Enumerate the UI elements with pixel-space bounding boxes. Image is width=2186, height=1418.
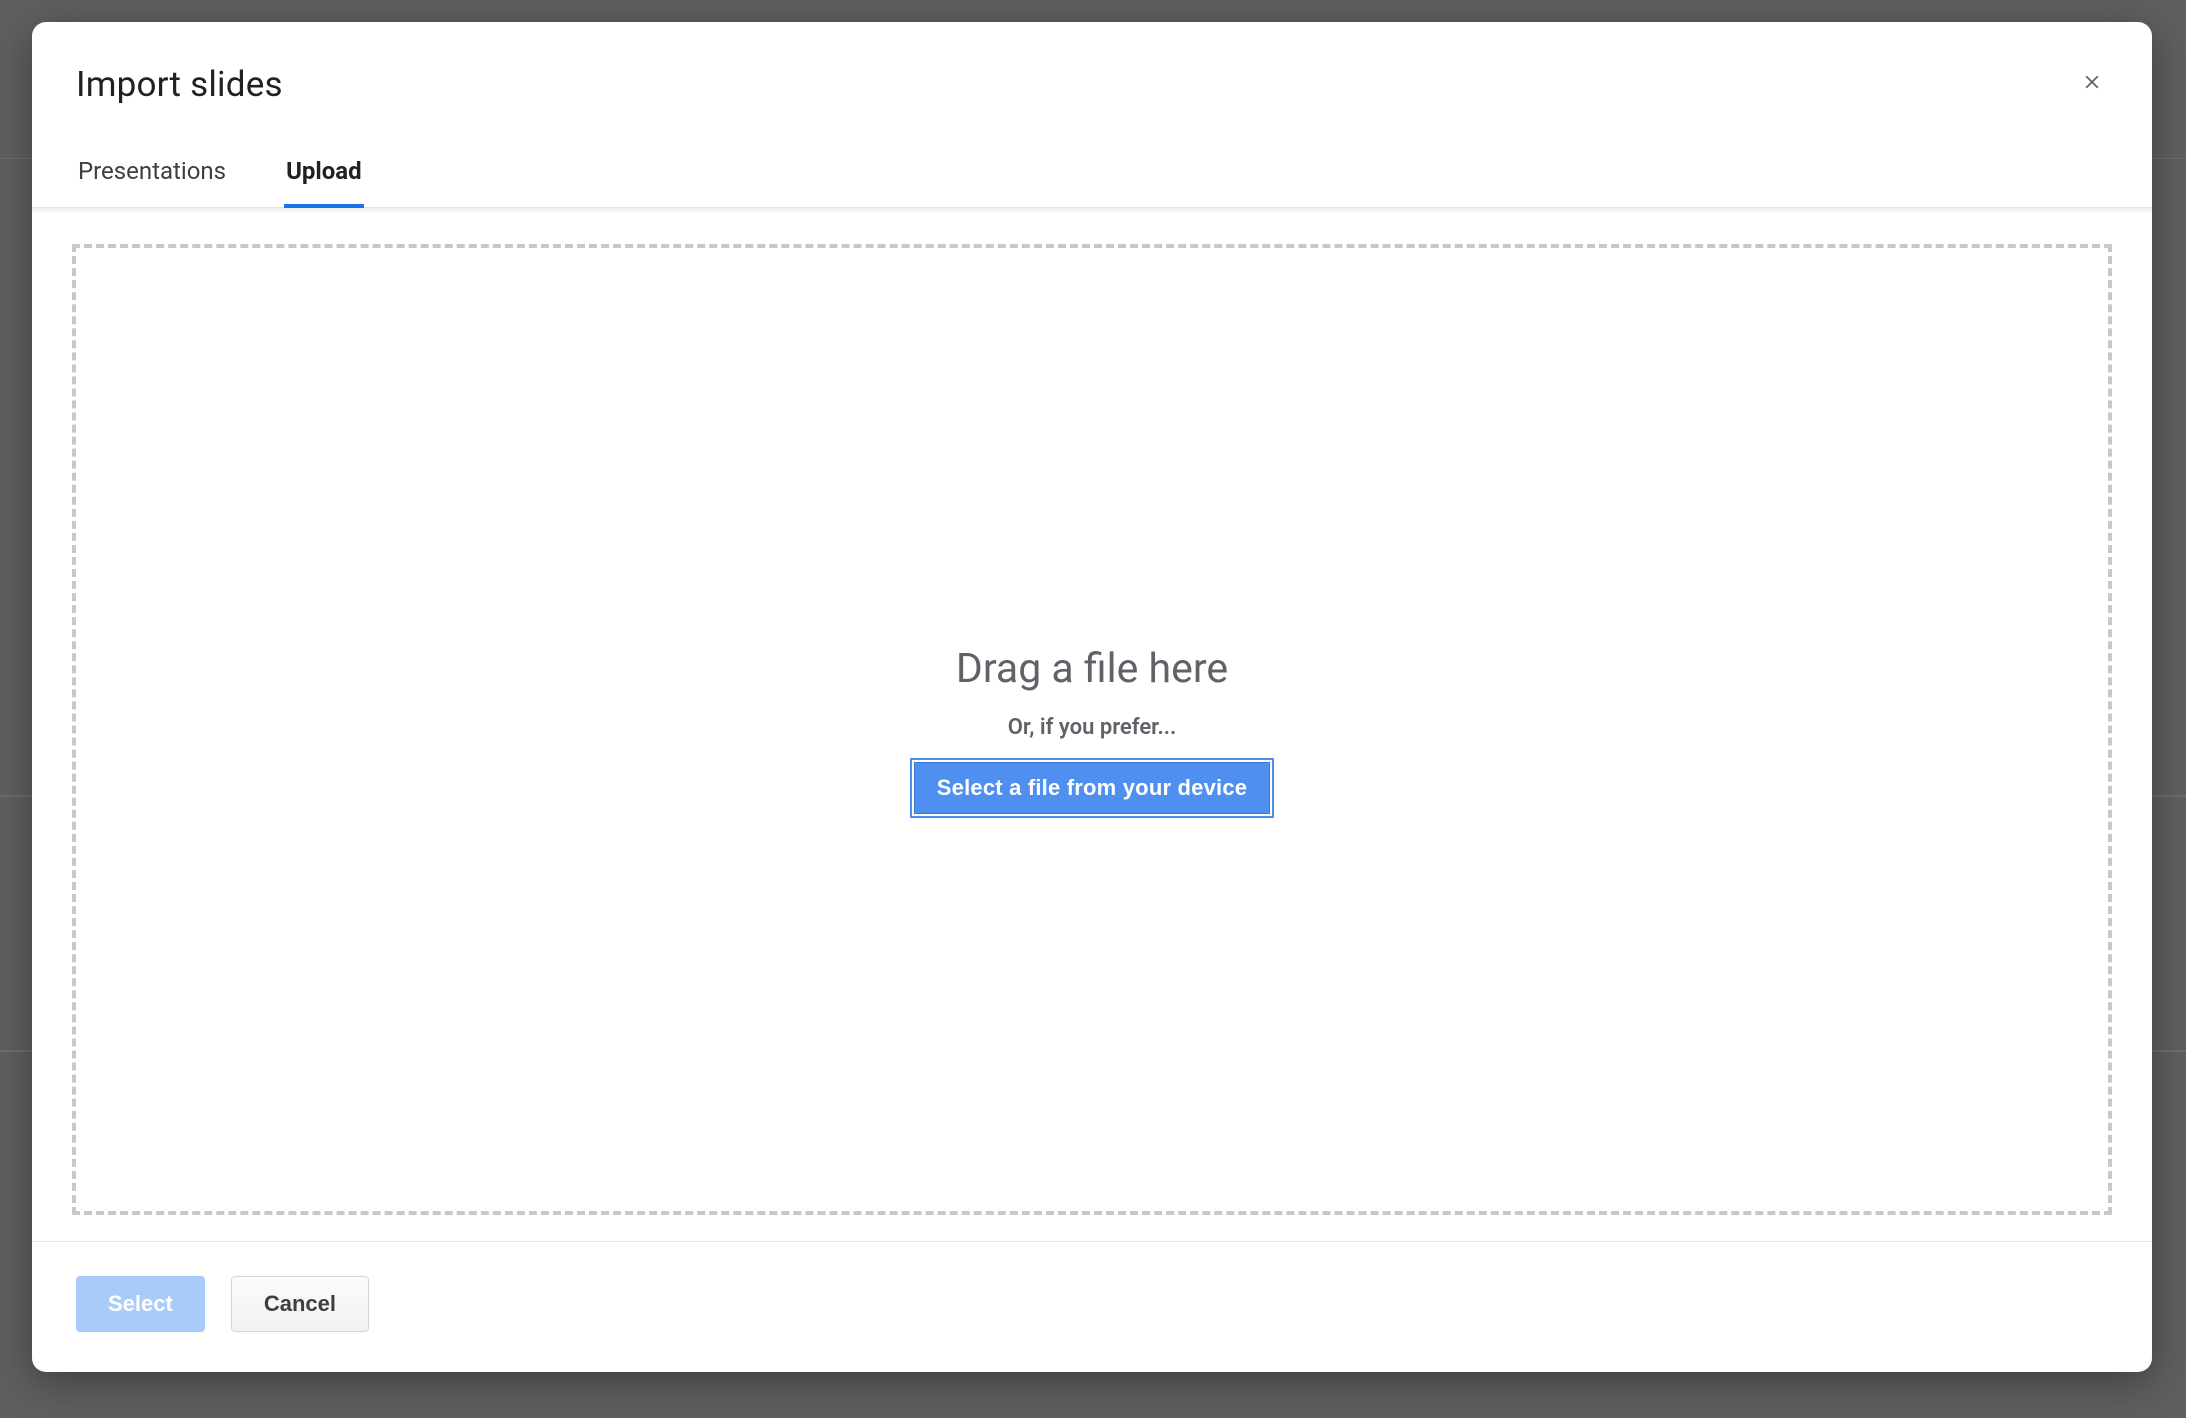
close-button[interactable] bbox=[2070, 60, 2114, 104]
dialog-header: Import slides bbox=[32, 22, 2152, 105]
tab-presentations[interactable]: Presentations bbox=[76, 143, 228, 207]
dialog-title: Import slides bbox=[76, 64, 2108, 105]
close-icon bbox=[2081, 71, 2103, 93]
import-slides-dialog: Import slides Presentations Upload Drag … bbox=[32, 22, 2152, 1372]
dropzone-headline: Drag a file here bbox=[956, 645, 1228, 693]
upload-dropzone[interactable]: Drag a file here Or, if you prefer... Se… bbox=[72, 244, 2112, 1215]
select-button[interactable]: Select bbox=[76, 1276, 205, 1332]
select-file-button[interactable]: Select a file from your device bbox=[914, 762, 1270, 814]
dropzone-subtext: Or, if you prefer... bbox=[1008, 715, 1176, 740]
cancel-button[interactable]: Cancel bbox=[231, 1276, 369, 1332]
dialog-content: Drag a file here Or, if you prefer... Se… bbox=[32, 214, 2152, 1241]
dialog-footer: Select Cancel bbox=[32, 1241, 2152, 1372]
dialog-tabs: Presentations Upload bbox=[32, 143, 2152, 208]
tab-upload[interactable]: Upload bbox=[284, 143, 364, 207]
